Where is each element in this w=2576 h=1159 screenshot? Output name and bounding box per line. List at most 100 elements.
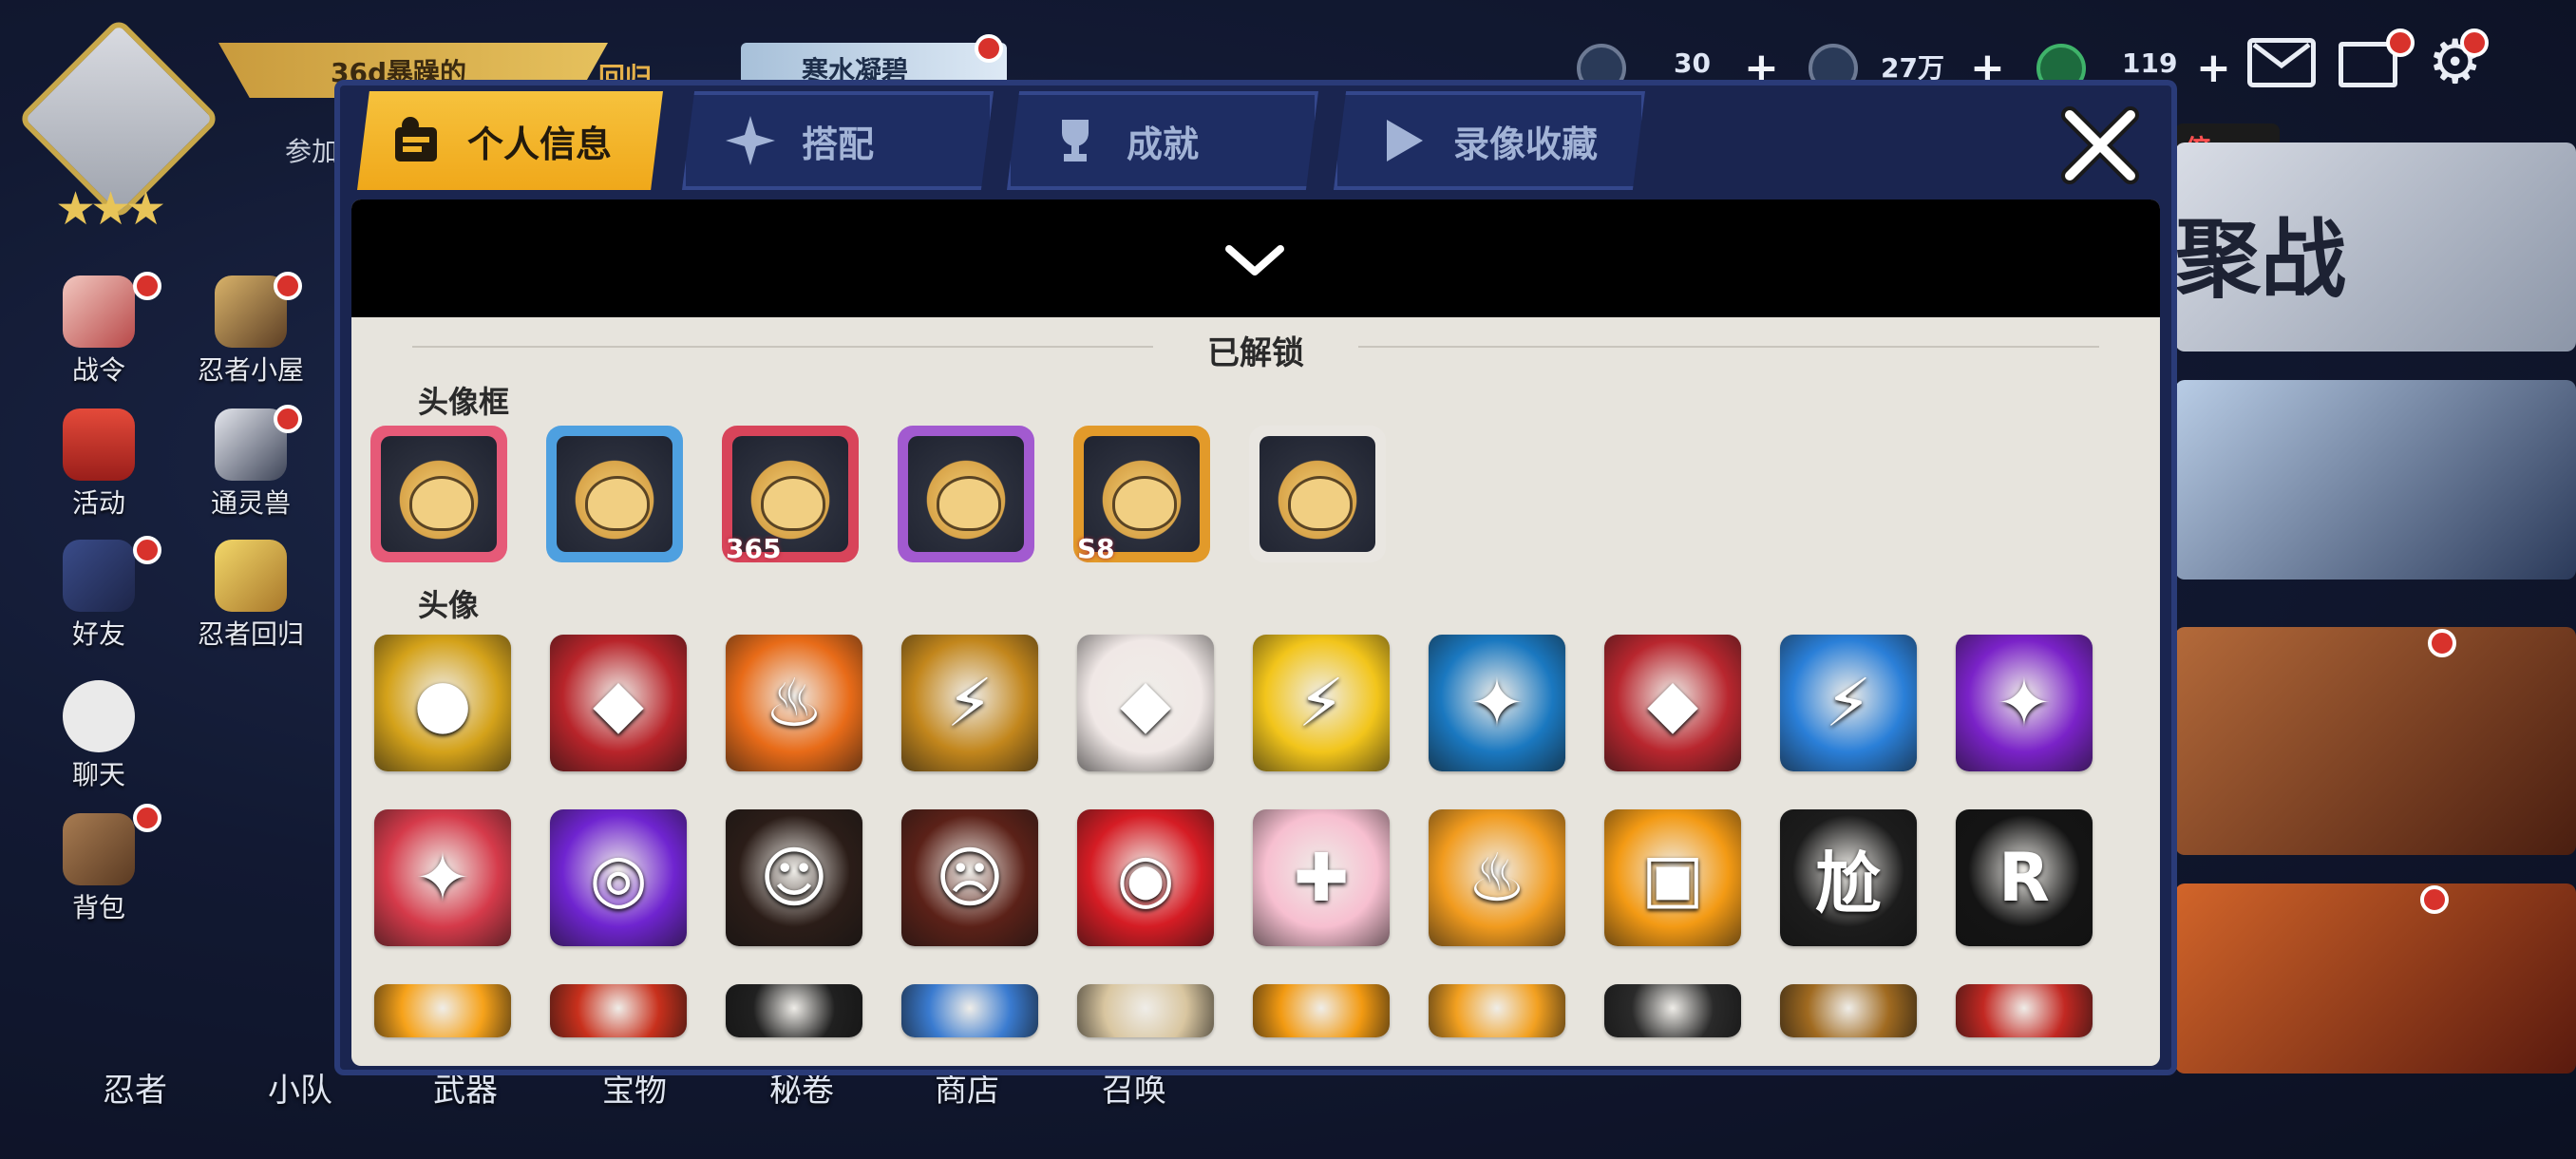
avatar-option[interactable]: R bbox=[1956, 809, 2093, 946]
sidebar-dot bbox=[274, 405, 302, 433]
close-icon bbox=[2061, 106, 2139, 184]
tab-personal-info[interactable]: 个人信息 bbox=[357, 91, 663, 190]
unlocked-title: 已解锁 bbox=[1207, 334, 1304, 372]
avatar-option[interactable]: ◆ bbox=[1077, 635, 1214, 771]
sidebar-item-events[interactable]: 活动 bbox=[42, 408, 156, 521]
avatar-glyph: ☺ bbox=[759, 839, 829, 917]
join-text: 参加 bbox=[285, 136, 339, 167]
event-card-temple[interactable] bbox=[2175, 627, 2576, 855]
event-card-dot bbox=[2420, 885, 2449, 914]
avatar-frame[interactable] bbox=[1249, 426, 1386, 562]
sidebar-item-label: 背包 bbox=[71, 892, 125, 923]
avatar-option[interactable]: ▣ bbox=[1604, 809, 1741, 946]
frames-title: 头像框 bbox=[418, 384, 510, 420]
avatar-option[interactable] bbox=[1077, 984, 1214, 1037]
avatar-glyph: ⚡ bbox=[946, 664, 994, 742]
close-button[interactable] bbox=[2057, 103, 2143, 188]
avatar-option[interactable]: ⚡ bbox=[1253, 635, 1390, 771]
avatar-frame[interactable] bbox=[898, 426, 1034, 562]
avatar-option[interactable]: ✚ bbox=[1253, 809, 1390, 946]
nav-ninja[interactable]: 忍者 bbox=[103, 1064, 167, 1111]
avatar-glyph: R bbox=[1998, 839, 2050, 917]
avatar-option[interactable]: 尬 bbox=[1780, 809, 1917, 946]
sidebar-item-label: 通灵兽 bbox=[210, 487, 291, 519]
sidebar-item-label: 聊天 bbox=[71, 759, 125, 790]
add-jade-button[interactable]: + bbox=[2196, 48, 2231, 89]
trophy-icon bbox=[1049, 114, 1102, 167]
sidebar-dot bbox=[133, 804, 161, 832]
avatar-option[interactable]: ◆ bbox=[1604, 635, 1741, 771]
avatar-frame[interactable] bbox=[370, 426, 507, 562]
avatar-option[interactable]: ☺ bbox=[726, 809, 862, 946]
sidebar-item-label: 好友 bbox=[71, 618, 125, 650]
shop-cart-dot bbox=[2386, 28, 2415, 57]
avatar-option[interactable]: ⚡ bbox=[1780, 635, 1917, 771]
divider-right bbox=[1358, 346, 2099, 348]
avatar-option[interactable]: ♨ bbox=[1429, 809, 1565, 946]
sidebar-item-chat[interactable]: 聊天 bbox=[42, 680, 156, 792]
frame-badge: 365 bbox=[726, 533, 782, 564]
tab-label: 搭配 bbox=[802, 123, 875, 165]
tab-achievements[interactable]: 成就 bbox=[1007, 91, 1318, 190]
avatar-glyph: ◆ bbox=[1647, 664, 1698, 742]
avatar-option[interactable]: ◆ bbox=[550, 635, 687, 771]
sidebar-dot bbox=[133, 272, 161, 300]
settings-dot bbox=[2460, 28, 2489, 57]
event-card-dot bbox=[2428, 629, 2456, 657]
avatar-option[interactable]: ✦ bbox=[1429, 635, 1565, 771]
avatar-option[interactable] bbox=[1956, 984, 2093, 1037]
chat-bubble-icon bbox=[63, 680, 135, 752]
avatar-frame[interactable]: 365 bbox=[722, 426, 859, 564]
avatar-glyph: ◆ bbox=[593, 664, 644, 742]
avatar-option[interactable] bbox=[1780, 984, 1917, 1037]
avatar-option[interactable] bbox=[550, 984, 687, 1037]
event-banner-dot bbox=[975, 34, 1003, 63]
sidebar-item-label: 忍者小屋 bbox=[197, 354, 304, 386]
sidebar-dot bbox=[274, 272, 302, 300]
avatar-frame[interactable]: S8 bbox=[1073, 426, 1210, 564]
avatar-option[interactable]: ◎ bbox=[550, 809, 687, 946]
avatar-glyph: ♨ bbox=[764, 664, 824, 742]
avatar-glyph: ☹ bbox=[935, 839, 1005, 917]
avatar-option[interactable]: ⚡ bbox=[901, 635, 1038, 771]
avatar-frame[interactable] bbox=[546, 426, 683, 562]
nav-squad[interactable]: 小队 bbox=[268, 1064, 332, 1111]
avatar-option[interactable] bbox=[901, 984, 1038, 1037]
avatar-glyph: 尬 bbox=[1815, 844, 1882, 922]
tab-loadout[interactable]: 搭配 bbox=[682, 91, 994, 190]
chevron-down-icon[interactable] bbox=[1222, 241, 1288, 279]
avatar-option[interactable] bbox=[374, 984, 511, 1037]
avatar-option[interactable] bbox=[726, 984, 862, 1037]
avatar-option[interactable]: ✦ bbox=[1956, 635, 2093, 771]
frame-portrait bbox=[557, 436, 672, 552]
avatar-glyph: ✦ bbox=[1468, 664, 1525, 742]
frame-portrait bbox=[1260, 436, 1375, 552]
frame-portrait bbox=[908, 436, 1024, 552]
avatar-option[interactable]: ◉ bbox=[1077, 809, 1214, 946]
avatar-glyph: ✦ bbox=[1996, 664, 2053, 742]
event-card-gate[interactable] bbox=[2175, 884, 2576, 1074]
avatar-option[interactable] bbox=[1604, 984, 1741, 1037]
event-card-battle[interactable]: 聚战 bbox=[2175, 142, 2576, 352]
event-card-dragon[interactable] bbox=[2175, 380, 2576, 580]
avatar-glyph: ♨ bbox=[1467, 839, 1527, 917]
avatar-option[interactable] bbox=[1429, 984, 1565, 1037]
avatar-glyph: ✚ bbox=[1293, 839, 1350, 917]
mail-icon[interactable] bbox=[2247, 38, 2316, 87]
sidebar-item-ninja-return[interactable]: 忍者回归 bbox=[184, 540, 317, 652]
tab-replays[interactable]: 录像收藏 bbox=[1334, 91, 1645, 190]
profile-content-panel: 已解锁 头像框 365 S8 头像 ● ◆ ♨ ⚡ ◆ ⚡ ✦ ◆ ⚡ ✦ ✦ ◎ ☺ ☹ ◉ ✚ ♨ ▣ 尬 R bbox=[351, 200, 2160, 1066]
sidebar-item-label: 活动 bbox=[71, 487, 125, 519]
avatar-glyph: ◆ bbox=[1120, 664, 1171, 742]
shuriken-icon bbox=[724, 114, 777, 167]
tab-label: 个人信息 bbox=[467, 123, 613, 165]
avatar-option[interactable]: ♨ bbox=[726, 635, 862, 771]
avatar-option[interactable]: ● bbox=[374, 635, 511, 771]
torii-gate-icon bbox=[63, 408, 135, 481]
frame-badge: S8 bbox=[1077, 533, 1115, 564]
avatar-option[interactable] bbox=[1253, 984, 1390, 1037]
avatar-option[interactable]: ✦ bbox=[374, 809, 511, 946]
avatar-glyph: ✦ bbox=[414, 839, 471, 917]
ninja-head-icon bbox=[63, 540, 135, 612]
avatar-option[interactable]: ☹ bbox=[901, 809, 1038, 946]
